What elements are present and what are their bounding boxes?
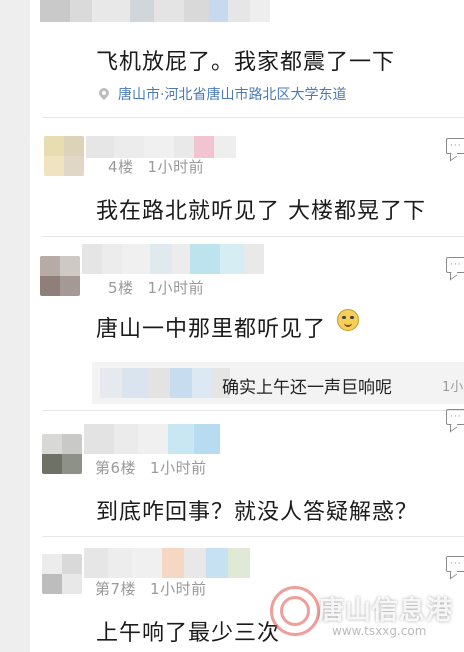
comment-time: 1小时前 [147, 279, 205, 297]
comment-content: 到底咋回事？就没人答疑解惑？ [96, 500, 419, 525]
sub-reply[interactable]: 确实上午还一声巨响呢 1小时 [92, 362, 464, 404]
comment-meta: 第7楼 1小时前 [95, 578, 207, 599]
location-link[interactable]: 唐山市·河北省唐山市路北区大学东道 [118, 84, 346, 104]
blurred-username [86, 136, 236, 158]
comment-content: 唐山一中那里都听见了 [96, 317, 327, 342]
comment-time: 1小时前 [150, 580, 207, 598]
comment-content: 飞机放屁了。我家都震了一下 [96, 50, 396, 75]
reply-icon[interactable]: ··· [446, 138, 464, 154]
divider [42, 117, 464, 118]
blurred-username [84, 548, 250, 578]
watermark-url: www.tsxxg.com [332, 624, 427, 638]
floor-number: 第6楼 [95, 459, 137, 477]
avatar[interactable] [44, 136, 84, 176]
blurred-username [84, 424, 220, 454]
avatar[interactable] [42, 554, 82, 594]
blurred-username [100, 368, 230, 398]
floor-number: 5楼 [108, 279, 134, 297]
divider [42, 536, 464, 537]
comment-time: 1小时前 [150, 459, 207, 477]
comment-content: 我在路北就听见了 大楼都晃了下 [96, 199, 426, 224]
floor-number: 4楼 [108, 158, 134, 176]
blurred-username [40, 0, 270, 22]
sub-reply-text: 确实上午还一声巨响呢 [222, 378, 392, 398]
divider [42, 410, 464, 411]
floor-number: 第7楼 [95, 580, 137, 598]
watermark-logo-inner [280, 596, 310, 626]
left-edge-strip [0, 0, 30, 652]
reply-icon[interactable]: ··· [446, 409, 464, 425]
comment-meta: 5楼 1小时前 [108, 277, 204, 298]
comment-content: 上午响了最少三次 [96, 621, 281, 646]
comment-meta: 第6楼 1小时前 [95, 457, 207, 478]
avatar[interactable] [42, 434, 82, 474]
smile-emoji-icon [337, 309, 359, 331]
comment-time: 1小时前 [147, 158, 205, 176]
site-watermark: 唐山信息港 www.tsxxg.com [270, 580, 464, 652]
reply-icon[interactable]: ··· [446, 556, 464, 572]
sub-reply-time: 1小时 [442, 380, 464, 395]
divider [42, 236, 464, 237]
blurred-username [82, 244, 264, 274]
comment-meta: 4楼 1小时前 [108, 156, 204, 177]
watermark-name: 唐山信息港 [318, 596, 454, 626]
avatar[interactable] [40, 256, 80, 296]
reply-icon[interactable]: ··· [446, 257, 464, 273]
